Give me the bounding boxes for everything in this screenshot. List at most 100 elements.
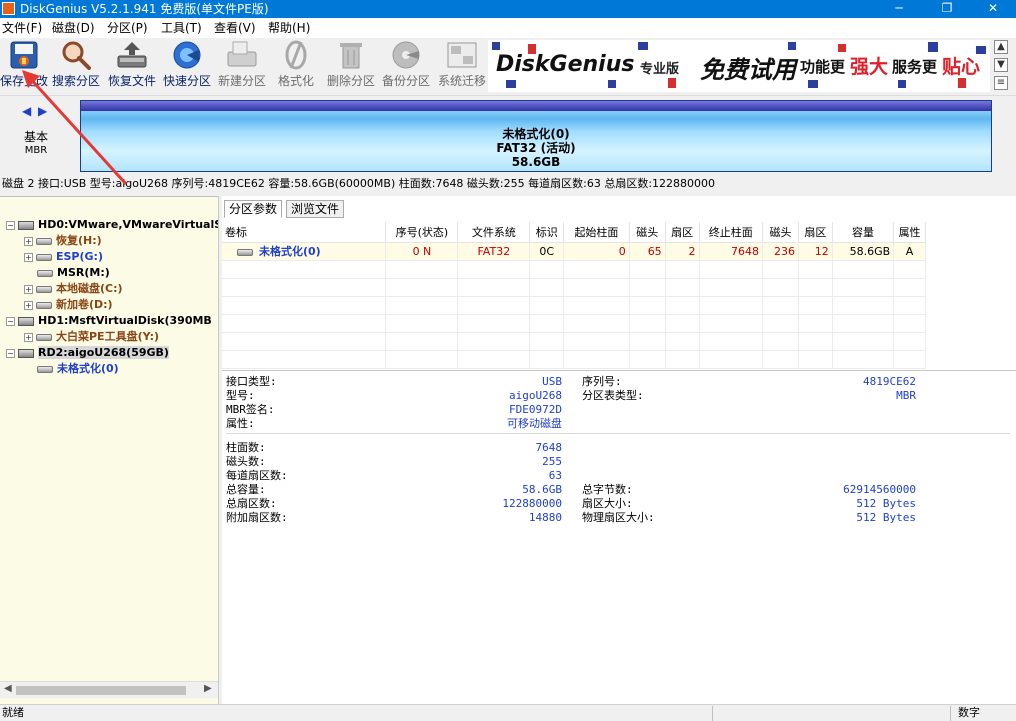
menu-help[interactable]: 帮助(H) bbox=[268, 20, 310, 36]
collapse-icon[interactable]: − bbox=[6, 316, 15, 326]
empty-row bbox=[222, 314, 926, 333]
system-migration-button[interactable]: 系统迁移 bbox=[434, 40, 490, 92]
collapse-icon[interactable]: − bbox=[6, 220, 15, 230]
promo-banner[interactable]: DiskGenius 专业版 免费试用 功能更 强大 服务更 贴心 bbox=[488, 40, 990, 92]
search-partition-button[interactable]: 搜索分区 bbox=[48, 40, 104, 92]
menu-disk[interactable]: 磁盘(D) bbox=[52, 20, 95, 36]
banner-scroll-down[interactable]: ▼ bbox=[994, 58, 1008, 72]
tree-disk-item[interactable]: − HD1:MsftVirtualDisk(390MB bbox=[6, 313, 212, 329]
expand-icon[interactable]: + bbox=[24, 284, 33, 294]
scroll-left-arrow[interactable]: ◀ bbox=[4, 683, 12, 694]
empty-cell bbox=[629, 260, 666, 279]
column-header[interactable]: 终止柱面 bbox=[699, 222, 764, 243]
column-header[interactable]: 标识 bbox=[529, 222, 565, 243]
detail-value: 63 bbox=[548, 469, 562, 482]
format-button[interactable]: 格式化 bbox=[268, 40, 324, 92]
partition-icon bbox=[36, 333, 52, 341]
tree-item-label: 未格式化(0) bbox=[57, 362, 119, 375]
delete-partition-button[interactable]: 删除分区 bbox=[323, 40, 379, 92]
tab-browse-files[interactable]: 浏览文件 bbox=[286, 200, 345, 218]
banner-scroll-up[interactable]: ▲ bbox=[994, 40, 1008, 54]
prev-disk-arrow[interactable]: ◀ bbox=[22, 104, 31, 118]
collapse-icon[interactable]: − bbox=[6, 348, 15, 358]
right-pane: 分区参数 浏览文件 卷标 序号(状态) 文件系统 标识 起始柱面 磁头 扇区 终止柱面 磁头 扇区… bbox=[222, 196, 1016, 704]
detail-value: 255 bbox=[542, 455, 562, 468]
banner-edition: 专业版 bbox=[640, 62, 680, 77]
empty-cell bbox=[762, 332, 799, 351]
window-title: DiskGenius V5.2.1.941 免费版(单文件PE版) bbox=[20, 2, 269, 16]
tree-partition-item[interactable]: MSR(M:) bbox=[24, 265, 110, 281]
empty-cell bbox=[563, 350, 630, 369]
banner-more[interactable]: ≡ bbox=[994, 76, 1008, 90]
tree-disk-item[interactable]: − RD2:aigoU268(59GB) bbox=[6, 345, 169, 361]
close-button[interactable]: ✕ bbox=[970, 0, 1016, 18]
column-header[interactable]: 磁头 bbox=[762, 222, 799, 243]
menu-file[interactable]: 文件(F) bbox=[2, 20, 42, 36]
partition-bar[interactable]: 未格式化(0) FAT32 (活动) 58.6GB bbox=[80, 100, 992, 172]
scroll-thumb[interactable] bbox=[16, 686, 186, 695]
tree-partition-item[interactable]: + ESP(G:) bbox=[24, 249, 103, 265]
empty-cell bbox=[798, 350, 833, 369]
empty-cell bbox=[762, 314, 799, 333]
menu-partition[interactable]: 分区(P) bbox=[107, 20, 148, 36]
table-cell: A bbox=[893, 242, 926, 261]
column-header[interactable]: 容量 bbox=[832, 222, 895, 243]
empty-cell bbox=[563, 332, 630, 351]
tree-partition-item[interactable]: 未格式化(0) bbox=[24, 361, 119, 377]
search-partition-icon bbox=[62, 41, 91, 70]
column-header[interactable]: 起始柱面 bbox=[563, 222, 630, 243]
quick-partition-button[interactable]: 快速分区 bbox=[159, 40, 215, 92]
empty-cell bbox=[832, 278, 895, 297]
new-partition-button[interactable]: 新建分区 bbox=[214, 40, 270, 92]
tree-partition-item[interactable]: + 大白菜PE工具盘(Y:) bbox=[24, 329, 159, 345]
detail-value: aigoU268 bbox=[509, 389, 562, 402]
menu-view[interactable]: 查看(V) bbox=[214, 20, 256, 36]
tree-disk-item[interactable]: − HD0:VMware,VMwareVirtualS bbox=[6, 217, 218, 233]
banner-promo-strong: 强大 bbox=[850, 56, 889, 78]
column-header[interactable]: 属性 bbox=[893, 222, 926, 243]
tree-partition-item[interactable]: + 新加卷(D:) bbox=[24, 297, 113, 313]
detail-label: 柱面数: bbox=[226, 441, 266, 454]
save-changes-button[interactable]: 保存更改 bbox=[0, 40, 52, 92]
expand-icon[interactable]: + bbox=[24, 236, 33, 246]
tree-partition-item[interactable]: + 本地磁盘(C:) bbox=[24, 281, 123, 297]
column-header[interactable]: 扇区 bbox=[665, 222, 700, 243]
expand-icon[interactable]: + bbox=[24, 300, 33, 310]
empty-cell bbox=[563, 278, 630, 297]
column-header[interactable]: 序号(状态) bbox=[385, 222, 459, 243]
empty-cell bbox=[762, 278, 799, 297]
tree-partition-item[interactable]: + 恢复(H:) bbox=[24, 233, 102, 249]
partition-icon bbox=[237, 248, 253, 256]
table-row[interactable]: 未格式化(0) 0 N FAT32 0C 0 65 2 7648 236 12 58.6GB A bbox=[222, 242, 926, 261]
empty-cell bbox=[798, 296, 833, 315]
expand-icon[interactable]: + bbox=[24, 252, 33, 262]
column-header[interactable]: 扇区 bbox=[798, 222, 833, 243]
tree-horizontal-scrollbar[interactable]: ◀ ▶ bbox=[0, 681, 218, 698]
column-header[interactable]: 磁头 bbox=[629, 222, 666, 243]
empty-cell bbox=[222, 296, 387, 315]
empty-cell bbox=[798, 260, 833, 279]
menu-tools[interactable]: 工具(T) bbox=[161, 20, 202, 36]
backup-partition-button[interactable]: 备份分区 bbox=[378, 40, 434, 92]
next-disk-arrow[interactable]: ▶ bbox=[38, 104, 47, 118]
title-bar: DiskGenius V5.2.1.941 免费版(单文件PE版) ─ ❐ ✕ bbox=[0, 0, 1016, 18]
numlock-indicator: 数字 bbox=[958, 706, 980, 719]
column-header[interactable]: 文件系统 bbox=[457, 222, 531, 243]
tree-item-label: HD1:MsftVirtualDisk(390MB bbox=[38, 314, 212, 327]
maximize-button[interactable]: ❐ bbox=[924, 0, 970, 18]
recover-files-button[interactable]: 恢复文件 bbox=[104, 40, 160, 92]
partition-bar-size: 58.6GB bbox=[511, 155, 561, 169]
hard-disk-icon bbox=[18, 220, 34, 230]
empty-cell bbox=[699, 332, 764, 351]
minimize-button[interactable]: ─ bbox=[876, 0, 922, 18]
scroll-right-arrow[interactable]: ▶ bbox=[204, 683, 212, 694]
expand-icon[interactable]: + bbox=[24, 332, 33, 342]
empty-cell bbox=[629, 296, 666, 315]
detail-label: 物理扇区大小: bbox=[582, 511, 655, 524]
empty-cell bbox=[699, 278, 764, 297]
empty-cell bbox=[893, 278, 926, 297]
column-header[interactable]: 卷标 bbox=[222, 222, 387, 243]
tab-partition-params[interactable]: 分区参数 bbox=[224, 200, 283, 218]
empty-cell bbox=[665, 332, 700, 351]
detail-label: 附加扇区数: bbox=[226, 511, 288, 524]
